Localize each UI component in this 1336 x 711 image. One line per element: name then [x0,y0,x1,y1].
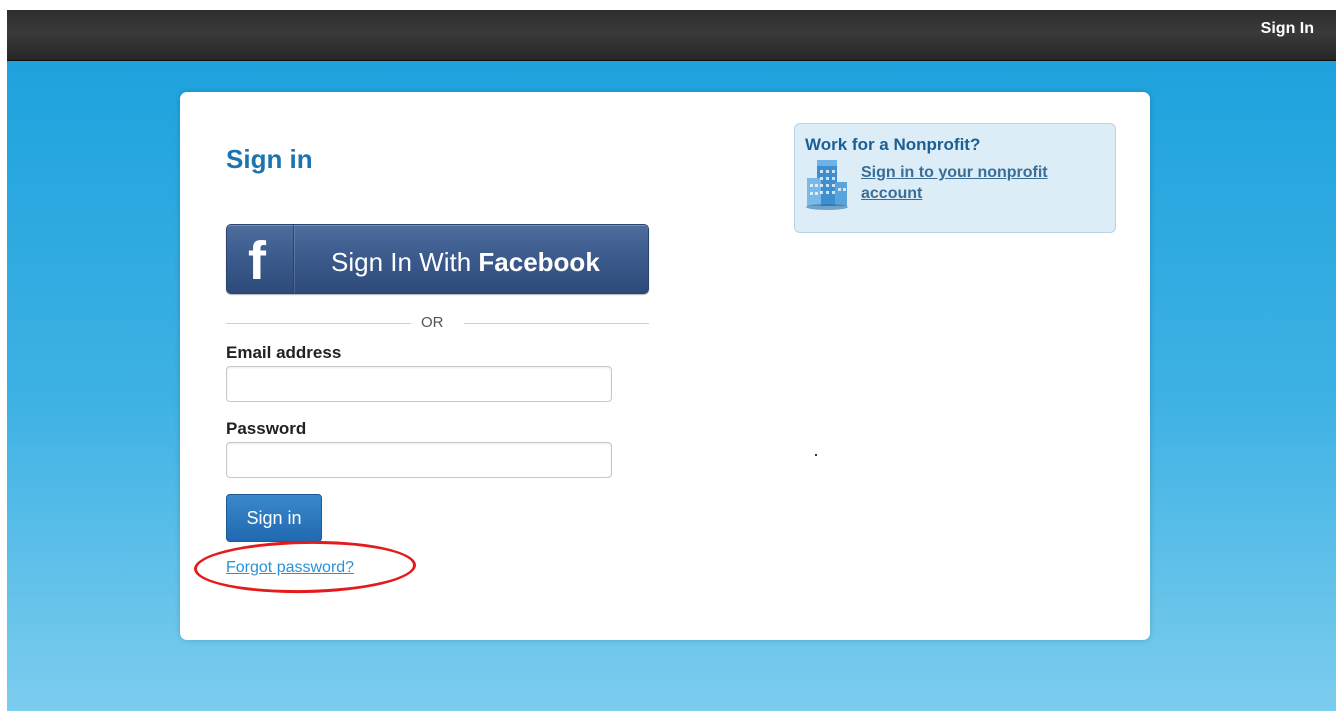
facebook-button-label-prefix: Sign In With [331,247,479,277]
facebook-button-label-brand: Facebook [478,247,600,277]
email-label: Email address [226,343,342,362]
or-divider: OR [226,314,649,334]
password-label: Password [226,419,307,438]
forgot-password-link[interactable]: Forgot password? [226,559,354,577]
facebook-button-label: Sign In With Facebook [331,247,600,278]
facebook-signin-button[interactable]: f Sign In With Facebook [226,224,649,294]
building-icon [806,160,848,210]
email-field[interactable] [226,366,612,402]
divider-line-right [464,323,649,324]
signin-button[interactable]: Sign in [226,494,322,542]
nonprofit-title: Work for a Nonprofit? [805,135,981,154]
nonprofit-signin-link[interactable]: Sign in to your nonprofit account [861,162,1106,204]
page-viewport: Sign In Sign in f Sign In With Facebook … [7,10,1336,711]
facebook-logo-letter: f [248,231,266,291]
facebook-logo-icon: f [227,225,294,293]
signin-card: Sign in f Sign In With Facebook OR Email… [180,92,1150,640]
nonprofit-callout: Work for a Nonprofit? Sign in to your no [794,123,1116,233]
divider-line-left [226,323,411,324]
page-title: Sign in [226,144,313,174]
or-divider-text: OR [421,314,444,331]
top-navigation-bar: Sign In [7,10,1336,61]
topbar-signin-link[interactable]: Sign In [1261,20,1314,38]
password-field[interactable] [226,442,612,478]
stray-dot [815,454,817,456]
